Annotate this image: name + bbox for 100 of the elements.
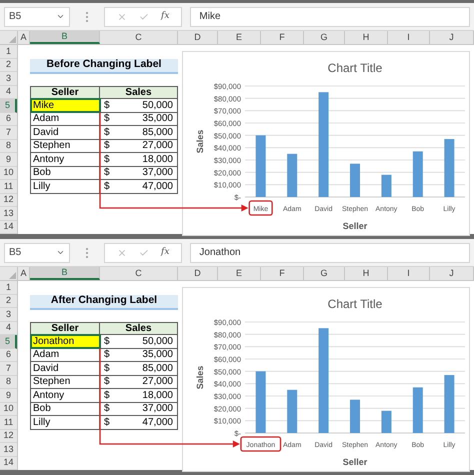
row-header[interactable]: 8: [0, 376, 17, 389]
table-cell-text: $: [104, 334, 110, 349]
row-header[interactable]: 13: [0, 443, 17, 456]
row-header[interactable]: 9: [0, 389, 17, 402]
enter-icon[interactable]: [139, 248, 149, 258]
title-cell: After Changing Label: [30, 294, 178, 310]
column-header[interactable]: B: [30, 31, 100, 44]
table-cell-text: 37,000: [142, 166, 173, 180]
row-header[interactable]: 1: [0, 45, 17, 58]
formula-input[interactable]: Mike: [190, 6, 470, 26]
y-axis-title: Sales: [195, 366, 205, 390]
column-header[interactable]: B: [30, 267, 100, 280]
row-header[interactable]: 2: [0, 294, 17, 308]
table-cell: Antony: [31, 389, 100, 402]
name-box[interactable]: B5: [4, 242, 70, 262]
table-cell: Stephen: [31, 140, 100, 152]
dropdown-icon: [56, 12, 65, 21]
table-cell-text: $: [104, 416, 110, 430]
insert-function-button[interactable]: fx: [161, 246, 170, 260]
row-header[interactable]: 10: [0, 166, 17, 180]
row-header[interactable]: 12: [0, 430, 17, 443]
row-header[interactable]: 1: [0, 281, 17, 294]
row-header[interactable]: 14: [0, 220, 17, 234]
row-header[interactable]: 14: [0, 456, 17, 470]
table-cell-text: 18,000: [142, 152, 173, 167]
column-header[interactable]: H: [345, 31, 388, 44]
column-header[interactable]: C: [100, 31, 178, 44]
column-header[interactable]: G: [304, 267, 345, 280]
table-header-cell: Sales: [100, 86, 177, 98]
row-header[interactable]: 12: [0, 194, 17, 207]
column-header[interactable]: F: [261, 267, 304, 280]
column-header[interactable]: D: [178, 31, 218, 44]
column-header[interactable]: D: [178, 267, 218, 280]
column-header[interactable]: C: [100, 267, 178, 280]
column-header[interactable]: I: [388, 31, 430, 44]
bar: [256, 371, 266, 433]
row-header[interactable]: 3: [0, 308, 17, 322]
row-header[interactable]: 9: [0, 153, 17, 166]
bar: [287, 154, 298, 197]
row-header[interactable]: 5: [0, 99, 17, 112]
table-cell: Adam: [31, 112, 100, 125]
row-header[interactable]: 7: [0, 126, 17, 140]
cancel-icon[interactable]: [117, 12, 127, 22]
chart-title: Chart Title: [328, 61, 382, 75]
table-cell: David: [31, 362, 100, 374]
cancel-icon[interactable]: [117, 248, 127, 258]
row-header[interactable]: 8: [0, 140, 17, 153]
column-header[interactable]: E: [218, 267, 261, 280]
formula-input[interactable]: Jonathon: [190, 242, 470, 262]
bar: [287, 390, 298, 433]
table-cell: David: [31, 126, 100, 138]
insert-function-button[interactable]: fx: [161, 10, 170, 24]
row-header[interactable]: 3: [0, 72, 17, 86]
column-header[interactable]: J: [430, 267, 474, 280]
bar: [444, 375, 454, 433]
column-header[interactable]: G: [304, 31, 345, 44]
column-header[interactable]: E: [218, 31, 261, 44]
table-cell-text: 37,000: [142, 402, 173, 416]
row-header[interactable]: 13: [0, 207, 17, 220]
column-header[interactable]: H: [345, 267, 388, 280]
row-header[interactable]: 5: [0, 335, 17, 348]
table-header-cell: Seller: [31, 86, 100, 98]
row-header[interactable]: 7: [0, 362, 17, 376]
table-cell-text: 35,000: [142, 112, 173, 126]
table-cell-text: 50,000: [142, 98, 173, 113]
column-header[interactable]: J: [430, 31, 474, 44]
table-cell-text: $: [104, 98, 110, 113]
row-header[interactable]: 2: [0, 58, 17, 72]
table-cell-text: 85,000: [142, 362, 173, 376]
table-cell-text: 35,000: [142, 348, 173, 362]
table-cell-text: 27,000: [142, 375, 173, 390]
bar: [412, 387, 423, 433]
dropdown-icon: [56, 248, 65, 257]
row-header[interactable]: 11: [0, 180, 17, 194]
y-axis-title: Sales: [195, 130, 205, 154]
table-cell-text: 47,000: [142, 180, 173, 194]
row-header[interactable]: 6: [0, 348, 17, 362]
highlight-box: [248, 200, 273, 216]
column-header[interactable]: F: [261, 31, 304, 44]
table-header-cell: Seller: [31, 322, 100, 334]
column-header[interactable]: I: [388, 267, 430, 280]
enter-icon[interactable]: [139, 12, 149, 22]
row-header[interactable]: 11: [0, 416, 17, 430]
table-cell-text: $: [104, 348, 110, 362]
bar: [350, 164, 360, 197]
row-header[interactable]: 10: [0, 402, 17, 416]
table-cell-text: 85,000: [142, 126, 173, 140]
bar: [256, 135, 266, 197]
bar: [412, 151, 423, 197]
table-cell-text: $: [104, 139, 110, 154]
chart-title: Chart Title: [328, 297, 382, 311]
x-axis-title: Seller: [342, 221, 368, 231]
table-cell-text: $: [104, 388, 110, 403]
table-cell: Stephen: [31, 376, 100, 388]
name-box[interactable]: B5: [4, 6, 70, 26]
table-cell-text: $: [104, 375, 110, 390]
highlight-box: [240, 436, 282, 452]
x-axis-title: Seller: [342, 457, 368, 467]
bar: [381, 410, 392, 433]
row-header[interactable]: 6: [0, 112, 17, 126]
